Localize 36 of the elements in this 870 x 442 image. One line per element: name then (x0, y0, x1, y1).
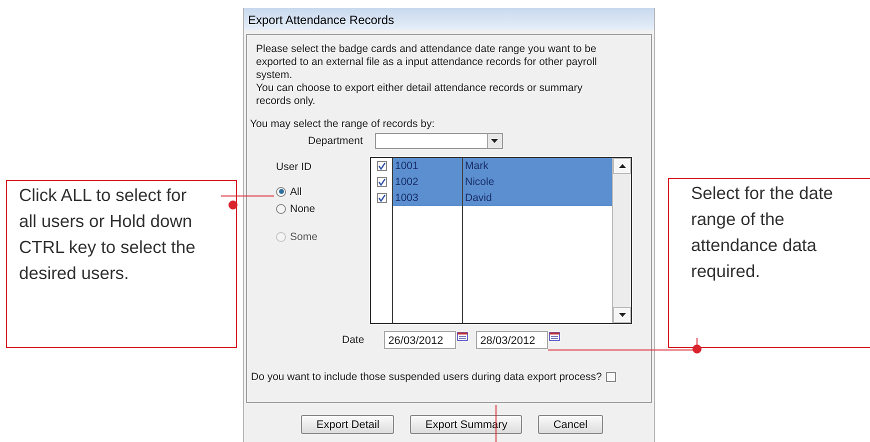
suspended-question: Do you want to include those suspended users during data export process? (251, 371, 602, 383)
user-id-cell[interactable]: 1002 (392, 174, 462, 190)
radio-label[interactable]: All (290, 186, 302, 198)
user-id-cell[interactable]: 1001 (392, 158, 462, 174)
callout-text: Click ALL to select for all users or Hold down CTRL key to select the desired users. (6, 180, 237, 348)
row-checkbox[interactable] (376, 161, 386, 171)
suspended-checkbox[interactable] (606, 372, 616, 382)
date-to-field[interactable]: 28/03/2012 (476, 331, 548, 349)
date-label: Date (342, 334, 364, 346)
callout-text: Select for the date range of the attendance data required. (668, 178, 870, 348)
row-checkbox[interactable] (376, 193, 386, 203)
radio-label[interactable]: None (290, 202, 316, 214)
scroll-up-icon (618, 164, 626, 168)
user-id-cell[interactable]: 1003 (392, 190, 462, 206)
user-id-label: User ID (276, 161, 313, 173)
calendar-icon[interactable] (457, 332, 468, 340)
scrollbar[interactable] (612, 158, 631, 323)
dialog-button[interactable]: Export Detail (301, 415, 394, 434)
row-checkbox[interactable] (376, 177, 386, 187)
user-name-cell[interactable]: David (462, 190, 612, 206)
calendar-icon[interactable] (549, 332, 560, 340)
dialog-button[interactable]: Cancel (538, 415, 603, 434)
range-label: You may select the range of records by: (250, 118, 436, 130)
user-name-cell[interactable]: Mark (462, 158, 612, 174)
department-label: Department (308, 135, 363, 147)
department-dropdown[interactable] (374, 133, 503, 149)
radio-button[interactable] (276, 204, 286, 214)
instruction-text: You can choose to export either detail attendance records or summary records only. (256, 82, 584, 108)
scroll-down-icon (618, 313, 626, 317)
dropdown-caret-icon (491, 139, 498, 143)
leader-line (220, 196, 274, 210)
instruction-text: Please select the badge cards and attendance date range you want to be exported to an external file as a input attendance records for other payroll system. (256, 43, 598, 82)
window-title: Export Attendance Records (244, 8, 654, 30)
radio-button[interactable] (276, 186, 286, 196)
date-from-field[interactable]: 26/03/2012 (384, 331, 456, 349)
user-name-cell[interactable]: Nicole (462, 174, 612, 190)
